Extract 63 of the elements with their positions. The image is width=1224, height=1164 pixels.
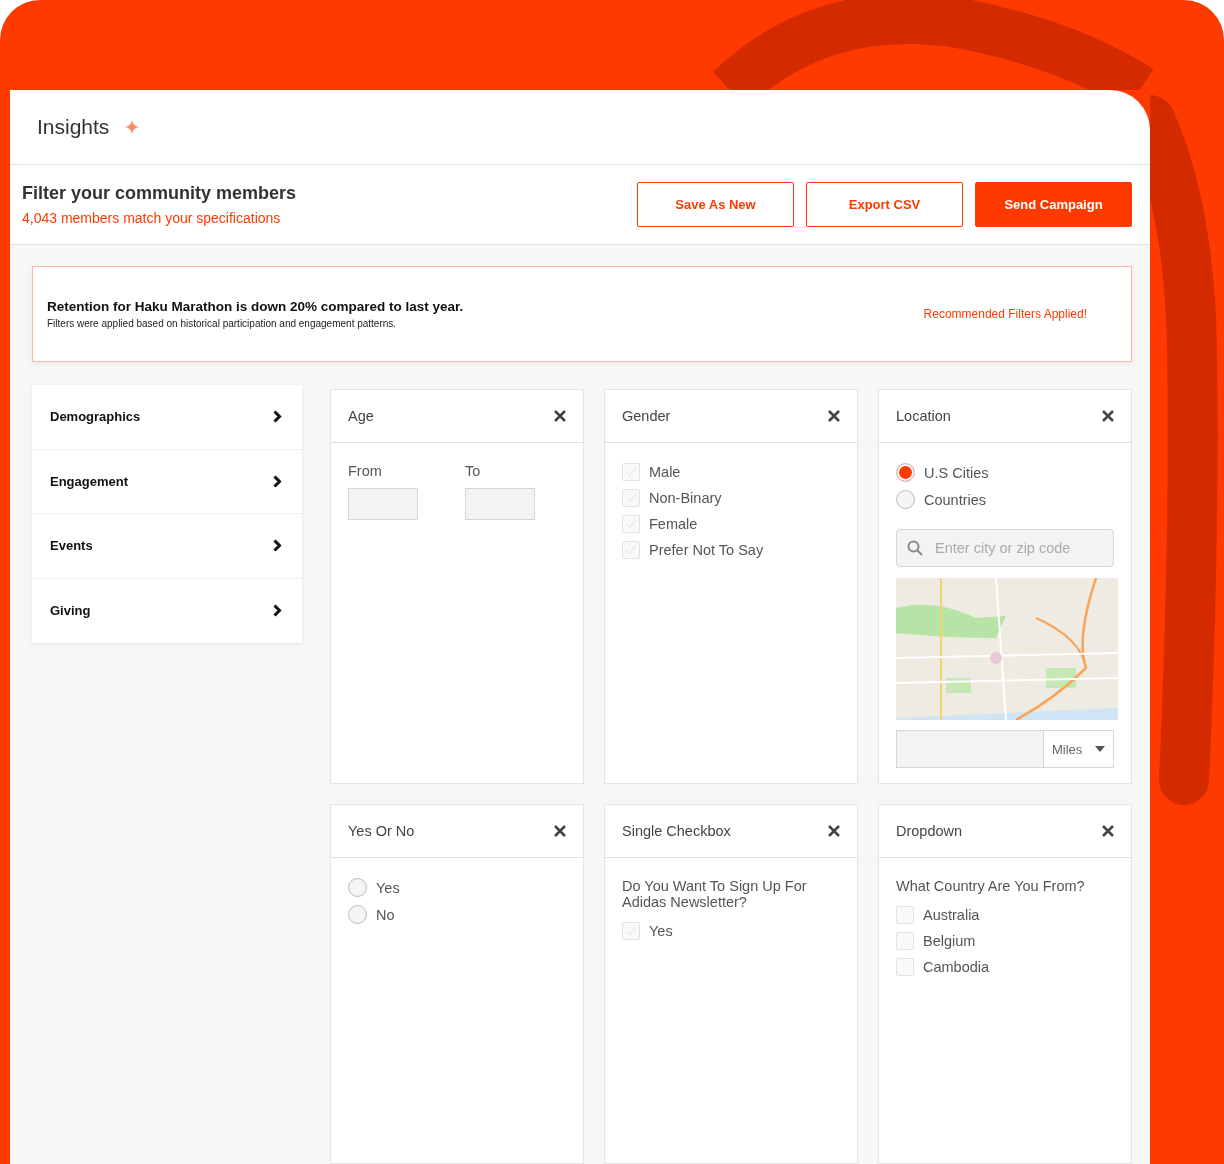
option-label: Male [649, 464, 681, 480]
option-label: Female [649, 516, 698, 532]
panel-title: Location [896, 408, 951, 424]
panel-title: Gender [622, 408, 671, 424]
caret-icon [1095, 746, 1105, 752]
option-label: Australia [923, 907, 980, 923]
checkbox[interactable] [896, 906, 914, 924]
checkbox[interactable] [896, 958, 914, 976]
distance-field[interactable] [897, 731, 1044, 767]
question-text: What Country Are You From? [896, 878, 1086, 894]
question-text: Do You Want To Sign Up For Adidas Newsletter? [622, 878, 808, 910]
checkbox[interactable] [622, 515, 640, 533]
close-icon[interactable] [828, 825, 840, 837]
option-label: Cambodia [923, 959, 990, 975]
chevron-icon [273, 539, 282, 553]
search-icon [907, 540, 923, 556]
chevron-icon [273, 474, 282, 488]
checkbox[interactable] [622, 463, 640, 481]
radio-button[interactable] [896, 490, 915, 509]
checkbox[interactable] [622, 541, 640, 559]
outline-button[interactable]: Save As New [637, 182, 794, 227]
close-icon[interactable] [1102, 825, 1114, 837]
radio-button[interactable] [348, 878, 367, 897]
checkbox[interactable] [896, 932, 914, 950]
close-icon[interactable] [554, 825, 566, 837]
sidebar-item[interactable]: Events [32, 514, 302, 579]
close-icon[interactable] [828, 410, 840, 422]
alert-title: Retention for Haku Marathon is down 20% compared to last year. [47, 299, 464, 314]
field-label: To [465, 463, 482, 479]
sidebar-item[interactable]: Demographics [32, 385, 302, 450]
sidebar-item[interactable]: Giving [32, 578, 302, 643]
section-title: Filter your community members [22, 183, 297, 204]
close-icon[interactable] [554, 410, 566, 422]
search-field[interactable]: Enter city or zip code [896, 529, 1114, 567]
field-label: From [348, 463, 383, 479]
option-label: Prefer Not To Say [649, 542, 764, 558]
option-label: U.S Cities [924, 464, 989, 481]
radio-button[interactable] [348, 905, 367, 924]
page-title: Insights [37, 115, 110, 139]
option-label: Non-Binary [649, 490, 722, 506]
option-label: No [376, 906, 395, 923]
option-label: Yes [376, 879, 400, 896]
option-label: Yes [649, 923, 673, 939]
outline-button[interactable]: Export CSV [806, 182, 963, 227]
input-field[interactable] [348, 488, 418, 520]
sidebar-item[interactable]: Engagement [32, 449, 302, 514]
alert-text: Filters were applied based on historical participation and engagement patterns. [47, 318, 398, 329]
chevron-icon [273, 410, 282, 424]
option-label: Belgium [923, 933, 976, 949]
close-icon[interactable] [1102, 410, 1114, 422]
checkbox[interactable] [622, 489, 640, 507]
input-field[interactable] [465, 488, 535, 520]
checkbox[interactable] [622, 922, 640, 940]
panel-title: Yes Or No [348, 823, 415, 839]
panel-title: Single Checkbox [622, 823, 731, 839]
match-count: 4,043 members match your specifications [22, 210, 282, 226]
radio-button[interactable] [896, 463, 915, 482]
alert-status: Recommended Filters Applied! [923, 307, 1087, 321]
primary-button[interactable]: Send Campaign [975, 182, 1132, 227]
panel-title: Age [348, 408, 374, 424]
option-label: Countries [924, 491, 987, 508]
chevron-icon [273, 604, 282, 618]
panel-title: Dropdown [896, 823, 963, 839]
